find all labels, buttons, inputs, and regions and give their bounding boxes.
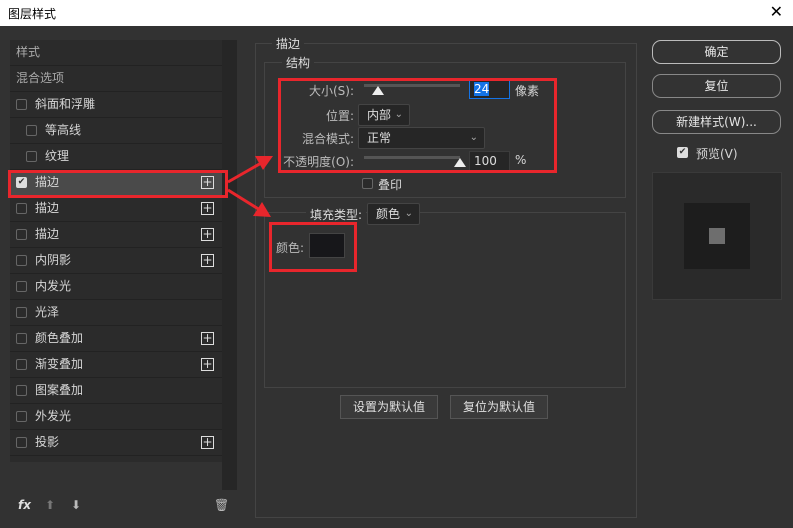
sidebar-item[interactable]: 图案叠加	[10, 378, 222, 404]
checkbox[interactable]	[16, 203, 27, 214]
sidebar-item-label: 颜色叠加	[35, 331, 84, 345]
sidebar-item[interactable]: 外发光	[10, 404, 222, 430]
checkbox[interactable]	[16, 281, 27, 292]
sidebar-item-label: 样式	[16, 45, 41, 59]
move-down-icon[interactable]: ⬇	[71, 498, 81, 512]
close-icon[interactable]: ✕	[770, 2, 783, 21]
sidebar-item[interactable]: 渐变叠加 +	[10, 352, 222, 378]
trash-icon[interactable]: 🗑	[214, 498, 229, 512]
reset-default-button[interactable]: 复位为默认值	[450, 395, 548, 419]
sidebar-item[interactable]: 混合选项	[10, 66, 222, 92]
arrow-annotations	[227, 156, 273, 217]
add-icon[interactable]: +	[201, 254, 214, 267]
chevron-down-icon: ⌄	[404, 208, 413, 219]
sidebar-item[interactable]: 样式	[10, 40, 222, 66]
preview-label: 预览(V)	[696, 147, 738, 161]
fill-type-select[interactable]: 颜色 ⌄	[367, 203, 420, 225]
sidebar-item-label: 纹理	[45, 149, 70, 163]
preview-checkbox[interactable]: ✔	[677, 147, 688, 158]
new-style-button[interactable]: 新建样式(W)...	[652, 110, 781, 134]
title-bar: 图层样式 ✕	[0, 0, 793, 26]
sidebar-item[interactable]: 内发光	[10, 274, 222, 300]
sidebar-item[interactable]: 描边 +	[10, 196, 222, 222]
checkbox[interactable]	[26, 125, 37, 136]
sidebar-item[interactable]: 等高线	[10, 118, 222, 144]
preview-area	[652, 172, 782, 300]
sidebar-item[interactable]: 投影 +	[10, 430, 222, 456]
sidebar-item-label: 渐变叠加	[35, 357, 84, 371]
add-icon[interactable]: +	[201, 202, 214, 215]
sidebar-item-label: 混合选项	[16, 71, 65, 85]
sidebar-item-label: 外发光	[35, 409, 72, 423]
overprint-label: 叠印	[378, 178, 403, 192]
checkbox[interactable]	[16, 99, 27, 110]
scrollbar[interactable]	[222, 40, 237, 490]
move-up-icon[interactable]: ⬆	[45, 498, 55, 512]
add-icon[interactable]: +	[201, 358, 214, 371]
checkbox[interactable]	[26, 151, 37, 162]
sidebar-item-label: 光泽	[35, 305, 60, 319]
overprint-checkbox[interactable]	[362, 178, 373, 189]
checkbox[interactable]	[16, 411, 27, 422]
style-list: 样式 混合选项 斜面和浮雕 等高线 纹理 ✔ 描边 + 描边 + 描边 + 内阴影 + 内发光 光泽 颜色叠加 +…	[10, 40, 222, 462]
reset-button[interactable]: 复位	[652, 74, 781, 98]
sidebar-item[interactable]: 颜色叠加 +	[10, 326, 222, 352]
preview-thumbnail	[684, 203, 750, 269]
sidebar-item-label: 等高线	[45, 123, 82, 137]
sidebar-item[interactable]: 描边 +	[10, 222, 222, 248]
checkbox[interactable]	[16, 229, 27, 240]
sidebar-item[interactable]: 斜面和浮雕	[10, 92, 222, 118]
window-title: 图层样式	[8, 7, 57, 21]
add-icon[interactable]: +	[201, 436, 214, 449]
fx-button[interactable]: fx	[18, 498, 31, 512]
stroke-title: 描边	[272, 35, 305, 52]
sidebar-item-label: 投影	[35, 435, 60, 449]
structure-title: 结构	[282, 54, 315, 71]
highlight-stroke-item	[8, 170, 228, 198]
highlight-structure	[278, 78, 557, 173]
sidebar-item[interactable]: 内阴影 +	[10, 248, 222, 274]
sidebar-item-label: 斜面和浮雕	[35, 97, 96, 111]
fill-type-value: 颜色	[376, 207, 401, 221]
add-icon[interactable]: +	[201, 332, 214, 345]
checkbox[interactable]	[16, 385, 27, 396]
ok-button[interactable]: 确定	[652, 40, 781, 64]
checkbox[interactable]	[16, 333, 27, 344]
add-icon[interactable]: +	[201, 228, 214, 241]
sidebar-item[interactable]: 纹理	[10, 144, 222, 170]
checkbox[interactable]	[16, 359, 27, 370]
checkbox[interactable]	[16, 437, 27, 448]
sidebar-item[interactable]: 光泽	[10, 300, 222, 326]
set-default-button[interactable]: 设置为默认值	[340, 395, 438, 419]
sidebar-item-label: 内阴影	[35, 253, 72, 267]
sidebar-item-label: 内发光	[35, 279, 72, 293]
sidebar-item-label: 描边	[35, 201, 60, 215]
highlight-color	[269, 222, 357, 272]
fill-type-label: 填充类型:	[306, 206, 367, 223]
sidebar-item-label: 描边	[35, 227, 60, 241]
sidebar-item-label: 图案叠加	[35, 383, 84, 397]
checkbox[interactable]	[16, 255, 27, 266]
checkbox[interactable]	[16, 307, 27, 318]
